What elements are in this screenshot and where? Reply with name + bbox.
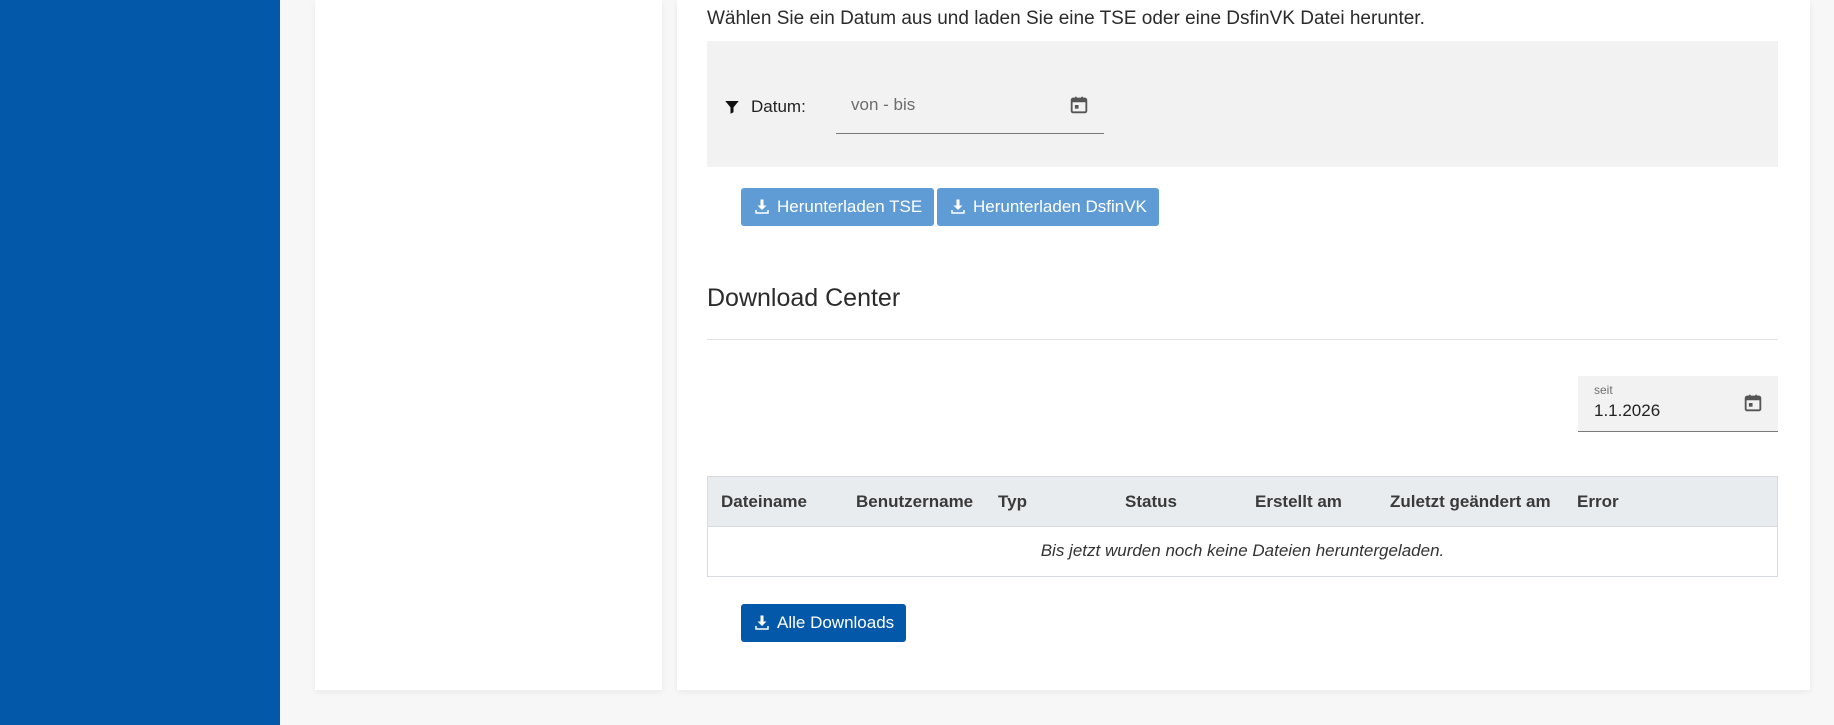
date-range-placeholder: von - bis (851, 95, 916, 114)
download-icon (755, 615, 769, 630)
all-downloads-button[interactable]: Alle Downloads (741, 604, 907, 642)
download-tse-label: Herunterladen TSE (777, 197, 923, 216)
intro-text: Wählen Sie ein Datum aus und laden Sie e… (707, 8, 1425, 29)
column-header-erstellt-am[interactable]: Erstellt am (1255, 492, 1342, 512)
column-header-benutzername[interactable]: Benutzername (856, 492, 973, 512)
column-header-zuletzt-geaendert-am[interactable]: Zuletzt geändert am (1390, 492, 1551, 512)
filter-icon (725, 101, 739, 114)
download-tse-button[interactable]: Herunterladen TSE (741, 188, 935, 226)
date-filter-panel: Datum: von - bis (707, 41, 1778, 167)
download-center-title: Download Center (707, 284, 901, 312)
column-header-status[interactable]: Status (1125, 492, 1177, 512)
download-dsfinvk-button[interactable]: Herunterladen DsfinVK (937, 188, 1159, 226)
section-divider (707, 339, 1778, 340)
column-header-dateiname[interactable]: Dateiname (721, 492, 807, 512)
column-header-error[interactable]: Error (1577, 492, 1619, 512)
download-icon (951, 199, 965, 214)
date-filter-label: Datum: (751, 97, 806, 116)
left-panel (315, 0, 662, 690)
column-header-typ[interactable]: Typ (998, 492, 1027, 512)
calendar-icon[interactable] (1068, 94, 1090, 116)
download-dsfinvk-label: Herunterladen DsfinVK (973, 197, 1147, 216)
since-date-value: 1.1.2026 (1594, 401, 1661, 420)
since-date-field[interactable]: seit 1.1.2026 (1578, 376, 1778, 432)
download-icon (755, 199, 769, 214)
table-header: Dateiname Benutzername Typ Status Erstel… (708, 477, 1777, 527)
all-downloads-label: Alle Downloads (777, 613, 895, 632)
app-sidebar (0, 0, 280, 725)
since-date-label: seit (1594, 383, 1613, 397)
table-empty-row: Bis jetzt wurden noch keine Dateien heru… (708, 527, 1777, 576)
date-range-input[interactable]: von - bis (836, 78, 1104, 134)
empty-message: Bis jetzt wurden noch keine Dateien heru… (1040, 541, 1445, 560)
downloads-table: Dateiname Benutzername Typ Status Erstel… (707, 476, 1778, 577)
calendar-icon[interactable] (1742, 392, 1764, 414)
